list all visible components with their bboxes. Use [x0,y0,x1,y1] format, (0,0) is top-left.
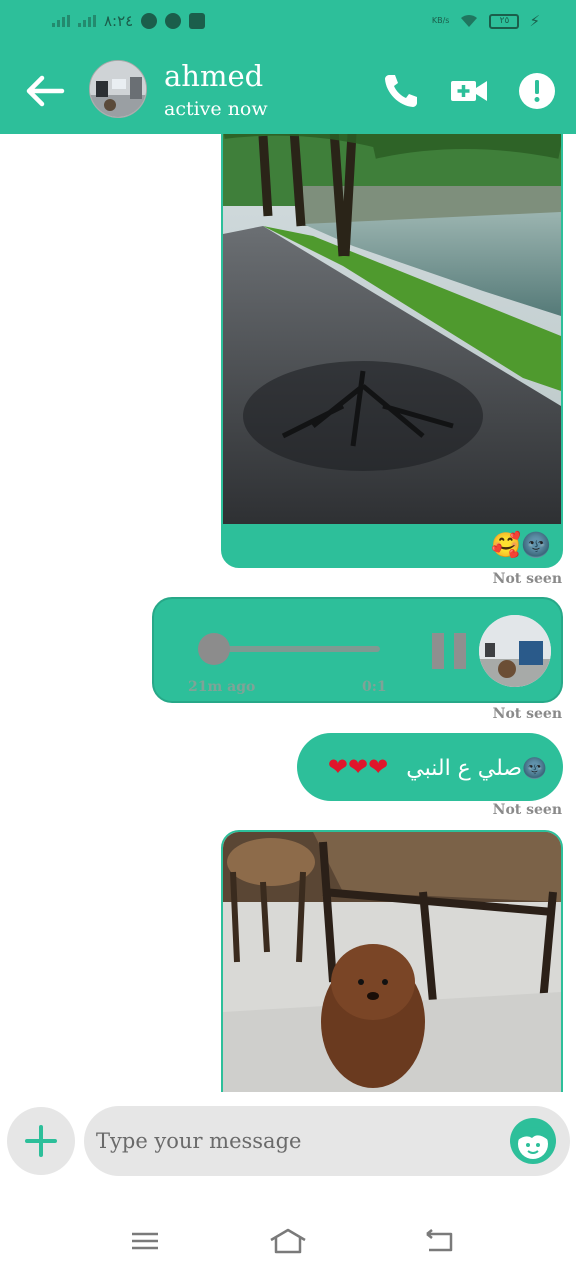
image-park-path [223,134,561,524]
seen-status: Not seen [492,571,562,587]
signal-icon-2 [78,15,96,27]
chat-screen: ٨:٢٤ KB/s ٢٥ ⚡ ahmed active now 🥰🌚 Not s… [0,0,576,1280]
plus-icon [25,1125,57,1157]
status-left: ٨:٢٤ [52,12,206,30]
avatar-photo [90,61,146,117]
image-message[interactable]: 🥰🌚 [221,134,563,568]
voice-progress-track[interactable] [212,646,380,652]
emoji-face-icon[interactable] [508,1116,558,1166]
message-icon [165,13,182,29]
text-message[interactable]: 🌚صلي ع النبي ❤❤❤ [297,733,563,801]
voice-time-ago: 21m ago [188,679,256,695]
system-nav-bar [0,1190,576,1280]
message-reactions: 🥰🌚 [491,531,551,559]
network-speed: KB/s [431,16,450,25]
image-puppy [223,832,561,1092]
whatsapp-icon [141,13,158,29]
status-bar: ٨:٢٤ KB/s ٢٥ ⚡ [0,10,576,36]
status-time: ٨:٢٤ [104,12,134,30]
phone-icon[interactable] [380,70,422,112]
seen-status: Not seen [492,802,562,818]
back-arrow-icon[interactable] [22,68,68,114]
voice-message[interactable]: 21m ago 0:1 [152,597,563,703]
charging-icon: ⚡ [529,12,540,30]
youtube-icon [189,13,206,29]
hearts-emoji: ❤❤❤ [327,753,389,781]
message-list[interactable]: 🥰🌚 Not seen 21m ago 0:1 Not seen 🌚صلي ع … [0,134,576,1092]
attach-button[interactable] [7,1107,75,1175]
battery-icon: ٢٥ [489,13,520,29]
return-icon[interactable] [419,1226,459,1256]
avatar-photo [479,615,551,687]
menu-icon[interactable] [125,1226,165,1256]
signal-icon [52,15,70,27]
pause-icon[interactable] [432,633,466,669]
message-text: صلي ع النبي [406,756,523,781]
status-right: KB/s ٢٥ ⚡ [432,12,540,30]
seen-status: Not seen [492,706,562,722]
image-message[interactable] [221,830,563,1092]
voice-progress-thumb[interactable] [198,633,230,665]
contact-avatar[interactable] [89,60,147,118]
info-icon[interactable] [516,70,558,112]
chat-header: ٨:٢٤ KB/s ٢٥ ⚡ ahmed active now [0,0,576,134]
voice-duration: 0:1 [362,679,387,695]
voice-sender-avatar [479,615,551,687]
contact-status: active now [164,98,268,120]
message-composer[interactable] [84,1106,570,1176]
video-camera-icon[interactable] [448,70,490,112]
wifi-icon [461,14,478,27]
contact-name: ahmed [164,59,264,93]
message-input[interactable] [96,1106,496,1176]
home-icon[interactable] [268,1226,308,1256]
moon-emoji: 🌚 [522,756,547,780]
